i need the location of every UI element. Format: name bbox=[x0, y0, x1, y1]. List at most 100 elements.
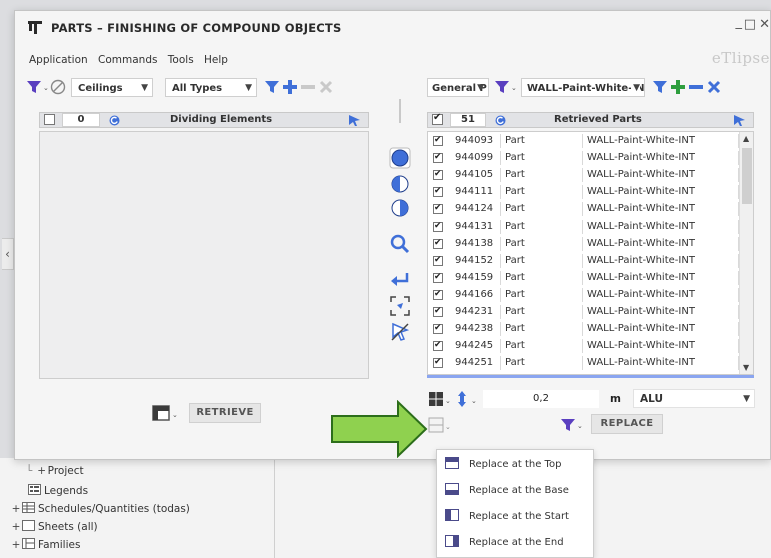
deselect-pointer-icon[interactable] bbox=[389, 321, 411, 343]
zoom-icon[interactable] bbox=[389, 233, 411, 255]
scrollbar-thumb[interactable] bbox=[742, 148, 752, 204]
replace-button[interactable]: REPLACE bbox=[591, 414, 663, 434]
row-checkbox[interactable] bbox=[433, 271, 443, 284]
collapse-panel-button[interactable]: ‹ bbox=[2, 238, 14, 270]
table-row[interactable]: 944111PartWALL-Paint-White-INT bbox=[428, 185, 740, 200]
table-row[interactable]: 944105PartWALL-Paint-White-INT bbox=[428, 168, 740, 183]
table-scrollbar[interactable]: ▲ ▼ bbox=[739, 132, 753, 374]
select-pointer-icon[interactable] bbox=[733, 114, 747, 127]
offset-dropdown-button[interactable]: ⌄ bbox=[455, 390, 481, 408]
remove-icon[interactable] bbox=[687, 78, 705, 96]
row-checkbox[interactable] bbox=[433, 254, 443, 267]
row-checkbox[interactable] bbox=[433, 168, 443, 181]
tree-item-schedules[interactable]: + Schedules/Quantities (todas) bbox=[10, 500, 190, 518]
table-row[interactable]: 944152PartWALL-Paint-White-INT bbox=[428, 253, 740, 268]
clear-icon[interactable] bbox=[317, 78, 335, 96]
table-row[interactable]: 944251PartWALL-Paint-White-INT bbox=[428, 356, 740, 371]
position-dropdown-button[interactable]: ⌄ bbox=[151, 403, 179, 423]
tree-item-legends[interactable]: Legends bbox=[28, 482, 88, 500]
tree-item-sheets[interactable]: + Sheets (all) bbox=[10, 518, 98, 536]
scroll-up-icon[interactable]: ▲ bbox=[743, 134, 749, 143]
menu-tools[interactable]: Tools bbox=[168, 54, 194, 66]
row-checkbox[interactable] bbox=[433, 339, 443, 352]
retrieve-button[interactable]: RETRIEVE bbox=[189, 403, 261, 423]
dividing-elements-list[interactable] bbox=[39, 131, 369, 379]
maximize-button[interactable]: □ bbox=[744, 17, 756, 32]
zoom-to-selection-icon[interactable] bbox=[389, 295, 411, 317]
type-select[interactable]: All Types ▼ bbox=[165, 78, 257, 97]
close-button[interactable]: ✕ bbox=[759, 17, 770, 32]
category-select[interactable]: Ceilings ▼ bbox=[71, 78, 153, 97]
part-id-cell: 944131 bbox=[451, 219, 501, 234]
row-checkbox[interactable] bbox=[433, 220, 443, 233]
tree-item-project[interactable]: └ + Project bbox=[26, 462, 84, 480]
select-all-checkbox[interactable] bbox=[432, 112, 443, 125]
row-checkbox[interactable] bbox=[433, 151, 443, 164]
row-checkbox[interactable] bbox=[433, 305, 443, 318]
menu-item-replace-base[interactable]: Replace at the Base bbox=[445, 482, 569, 500]
remove-icon[interactable] bbox=[299, 78, 317, 96]
return-icon[interactable] bbox=[389, 269, 411, 291]
select-all-checkbox[interactable] bbox=[44, 114, 55, 125]
menu-application[interactable]: Application bbox=[29, 54, 88, 66]
refresh-icon[interactable] bbox=[108, 114, 121, 127]
filter-icon[interactable] bbox=[651, 78, 669, 96]
parameter-filter-select[interactable]: General P ▼ bbox=[427, 78, 489, 97]
row-checkbox[interactable] bbox=[433, 202, 443, 215]
table-row[interactable]: 944131PartWALL-Paint-White-INT bbox=[428, 219, 740, 234]
half-select-right-icon[interactable] bbox=[389, 197, 411, 219]
row-checkbox[interactable] bbox=[433, 134, 443, 147]
table-row[interactable]: 944245PartWALL-Paint-White-INT bbox=[428, 339, 740, 354]
part-name-select[interactable]: WALL-Paint-White-INT ▼ bbox=[521, 78, 645, 97]
half-select-left-icon[interactable] bbox=[389, 173, 411, 195]
part-type-cell: Part bbox=[501, 168, 583, 183]
app-logo-icon bbox=[28, 21, 42, 34]
select-pointer-icon[interactable] bbox=[348, 114, 362, 127]
part-id-cell: 944166 bbox=[451, 287, 501, 302]
part-name-cell: WALL-Paint-White-INT bbox=[583, 287, 739, 302]
row-checkbox[interactable] bbox=[433, 356, 443, 369]
filter-dropdown-button[interactable]: ⌄ bbox=[493, 78, 517, 96]
add-icon[interactable] bbox=[281, 78, 299, 96]
part-name-cell: WALL-Paint-White-INT bbox=[583, 322, 739, 337]
table-row[interactable]: 944231PartWALL-Paint-White-INT bbox=[428, 305, 740, 319]
chevron-down-icon: ▼ bbox=[477, 83, 484, 93]
minimize-button[interactable]: _ bbox=[736, 15, 743, 30]
tree-item-families[interactable]: + Families bbox=[10, 536, 80, 554]
table-row[interactable]: 944124PartWALL-Paint-White-INT bbox=[428, 202, 740, 217]
offset-input[interactable]: 0,2 bbox=[483, 390, 599, 408]
filter-icon[interactable] bbox=[263, 78, 281, 96]
menu-item-replace-end[interactable]: Replace at the End bbox=[445, 534, 564, 552]
row-checkbox[interactable] bbox=[433, 288, 443, 301]
menu-item-replace-start[interactable]: Replace at the Start bbox=[445, 508, 569, 526]
table-row[interactable]: 944138PartWALL-Paint-White-INT bbox=[428, 236, 740, 251]
row-checkbox[interactable] bbox=[433, 322, 443, 335]
row-checkbox[interactable] bbox=[433, 237, 443, 250]
grid-dropdown-button[interactable]: ⌄ bbox=[427, 390, 453, 408]
clear-icon[interactable] bbox=[705, 78, 723, 96]
part-name-cell: WALL-Paint-White-INT bbox=[583, 219, 739, 234]
menu-commands[interactable]: Commands bbox=[98, 54, 157, 66]
row-checkbox[interactable] bbox=[433, 185, 443, 198]
filter-dropdown-button[interactable]: ⌄ bbox=[559, 416, 585, 434]
replace-position-dropdown[interactable]: ⌄ bbox=[427, 416, 453, 434]
splitter-handle[interactable] bbox=[399, 99, 401, 123]
table-row[interactable]: 944238PartWALL-Paint-White-INT bbox=[428, 322, 740, 337]
brand-logo: eTlipse bbox=[711, 49, 770, 67]
material-select[interactable]: ALU ▼ bbox=[633, 389, 755, 408]
table-row[interactable]: 944099PartWALL-Paint-White-INT bbox=[428, 151, 740, 166]
add-icon[interactable] bbox=[669, 78, 687, 96]
table-row[interactable]: 944093PartWALL-Paint-White-INT bbox=[428, 134, 740, 148]
family-icon bbox=[22, 538, 35, 549]
part-id-cell: 944231 bbox=[451, 305, 501, 319]
filter-dropdown-button[interactable]: ⌄ bbox=[25, 78, 49, 96]
refresh-icon[interactable] bbox=[494, 114, 507, 127]
table-row[interactable]: 944166PartWALL-Paint-White-INT bbox=[428, 287, 740, 302]
retrieved-parts-table[interactable]: 944093PartWALL-Paint-White-INT 944099Part… bbox=[427, 131, 754, 375]
menu-item-replace-top[interactable]: Replace at the Top bbox=[445, 456, 561, 474]
no-filter-icon[interactable] bbox=[49, 78, 67, 96]
scroll-down-icon[interactable]: ▼ bbox=[743, 363, 749, 372]
table-row[interactable]: 944159PartWALL-Paint-White-INT bbox=[428, 270, 740, 285]
select-all-icon[interactable] bbox=[389, 147, 411, 169]
menu-help[interactable]: Help bbox=[204, 54, 228, 66]
